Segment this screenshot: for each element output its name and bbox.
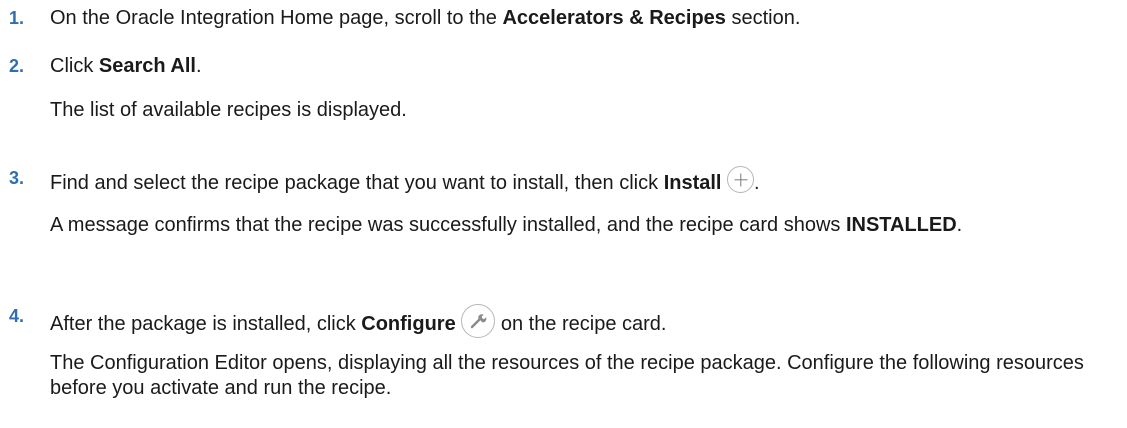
step-number: 2. xyxy=(9,56,25,76)
ui-term: Configure xyxy=(361,313,456,335)
step-2-result: The list of available recipes is display… xyxy=(50,99,407,121)
step-number: 3. xyxy=(9,168,25,188)
step-text: On the Oracle Integration Home page, scr… xyxy=(50,7,801,29)
step-text: After the package is installed, click Co… xyxy=(50,304,666,338)
plus-circle-icon xyxy=(727,166,755,193)
step-4-result: The Configuration Editor opens, displayi… xyxy=(50,352,1084,399)
ui-term: Accelerators & Recipes xyxy=(502,7,726,29)
step-text: Click Search All. xyxy=(50,55,202,77)
status-term: INSTALLED xyxy=(845,214,957,236)
ui-term: Install xyxy=(663,172,722,194)
wrench-circle-icon xyxy=(461,304,496,338)
step-number: 1. xyxy=(9,8,25,28)
step-3-result: A message confirms that the recipe was s… xyxy=(50,214,963,236)
step-text: Find and select the recipe package that … xyxy=(50,166,760,196)
step-number: 4. xyxy=(9,306,25,326)
ui-term: Search All xyxy=(98,55,196,77)
instructions-page: 1. On the Oracle Integration Home page, … xyxy=(0,0,1127,428)
